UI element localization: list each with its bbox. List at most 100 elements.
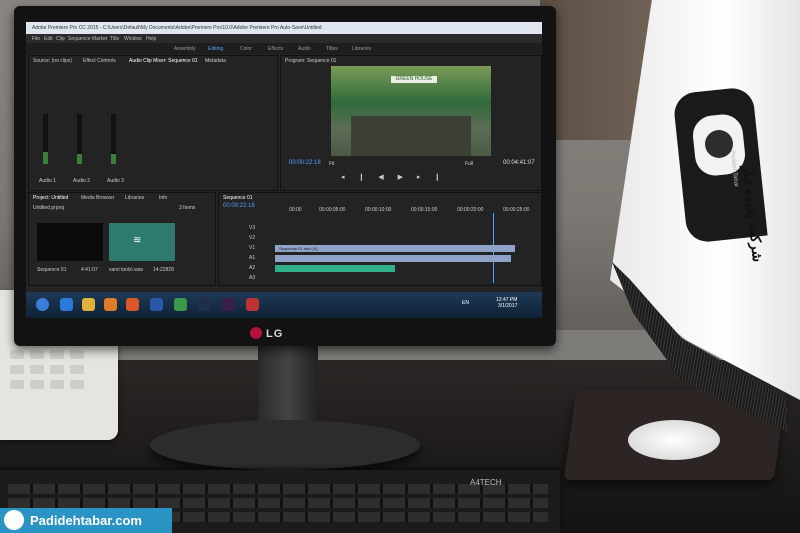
tab-project[interactable]: Project: Untitled <box>33 195 68 201</box>
workspace-bar: Assembly Editing Color Effects Audio Tit… <box>26 43 542 54</box>
project-item-thumb[interactable] <box>37 223 103 261</box>
tab-info[interactable]: Info <box>159 195 167 201</box>
phone-key <box>70 365 84 374</box>
track-label: A1 <box>249 255 256 261</box>
workspace-color[interactable]: Color <box>240 46 252 52</box>
track-label: A3 <box>249 275 256 281</box>
ruler-tick: 00:00:05:00 <box>319 207 346 213</box>
windows-taskbar: EN 12:47 PM 3/1/2017 <box>26 292 542 318</box>
tray-date: 3/1/2017 <box>497 303 518 309</box>
menu-clip[interactable]: Clip <box>56 36 65 42</box>
timeline-panel: Sequence 01 00:00:22:18 00:00 00:00:05:0… <box>218 192 542 286</box>
quality-select[interactable]: Full <box>465 161 473 167</box>
menu-window[interactable]: Window <box>124 36 142 42</box>
word-icon[interactable] <box>150 298 163 311</box>
menu-title[interactable]: Title <box>110 36 119 42</box>
fader-audio-2[interactable] <box>77 114 82 164</box>
key-row <box>8 498 548 508</box>
track-label: A2 <box>249 265 256 271</box>
project-panel: Project: Untitled Media Browser Librarie… <box>28 192 216 286</box>
tray-clock[interactable]: 12:47 PM 3/1/2017 <box>496 297 517 309</box>
program-monitor-panel: Program: Sequence 01 GREEN HOUSE 00:00:2… <box>280 55 542 191</box>
tab-metadata[interactable]: Metadata <box>205 58 226 64</box>
phone-key <box>10 365 24 374</box>
media-player-icon[interactable] <box>104 298 117 311</box>
ruler-tick: 00:00:25:00 <box>503 207 530 213</box>
channel-label: Audio 2 <box>73 178 90 184</box>
flag-stand-disc <box>628 420 720 460</box>
project-count: 3 Items <box>179 205 196 211</box>
window-title: Adobe Premiere Pro CC 2015 - C:\Users\De… <box>32 25 322 31</box>
phone-key <box>50 380 64 389</box>
track-label: V2 <box>249 235 256 241</box>
track-label: V3 <box>249 225 256 231</box>
firefox-icon[interactable] <box>126 298 139 311</box>
menu-sequence[interactable]: Sequence <box>68 36 91 42</box>
app-icon[interactable] <box>246 298 259 311</box>
window-titlebar: Adobe Premiere Pro CC 2015 - C:\Users\De… <box>26 22 542 34</box>
project-item-duration: 4:41:07 <box>81 267 98 273</box>
audio-clip-a2[interactable] <box>275 265 395 272</box>
workspace-libraries[interactable]: Libraries <box>352 46 371 52</box>
channel-label: Audio 1 <box>39 178 56 184</box>
menu-help[interactable]: Help <box>146 36 156 42</box>
phone-key <box>70 350 84 359</box>
tab-source[interactable]: Source: (no clips) <box>33 58 72 64</box>
fader-audio-3[interactable] <box>111 114 116 164</box>
phone-key <box>10 350 24 359</box>
menu-edit[interactable]: Edit <box>44 36 53 42</box>
workspace-titles[interactable]: Titles <box>326 46 338 52</box>
tab-media-browser[interactable]: Media Browser <box>81 195 114 201</box>
storefront <box>351 116 471 156</box>
tab-libraries[interactable]: Libraries <box>125 195 144 201</box>
audio-clip-a1[interactable] <box>275 255 511 262</box>
premiere-icon[interactable] <box>222 298 235 311</box>
timeline-timecode[interactable]: 00:00:22:18 <box>223 203 255 209</box>
watermark-text: Padidehtabar.com <box>30 513 142 528</box>
phone-key <box>30 380 44 389</box>
start-button-icon[interactable] <box>36 298 49 311</box>
tab-audio-mixer[interactable]: Audio Clip Mixer: Sequence 01 <box>129 58 198 64</box>
ie-icon[interactable] <box>60 298 73 311</box>
monitor-brand: LG <box>266 328 284 340</box>
ruler-tick: 00:00 <box>289 207 302 213</box>
project-item-name: sami tools\.wav <box>109 267 144 273</box>
workspace-audio[interactable]: Audio <box>298 46 311 52</box>
program-video-frame: GREEN HOUSE <box>331 66 491 156</box>
audio-item-thumb[interactable]: ≋ <box>109 223 175 261</box>
chrome-icon[interactable] <box>174 298 187 311</box>
monitor-stand-neck <box>258 346 318 426</box>
ruler-tick: 00:00:10:00 <box>365 207 392 213</box>
track-label: V1 <box>249 245 256 251</box>
program-title[interactable]: Program: Sequence 01 <box>285 58 336 64</box>
workspace-effects[interactable]: Effects <box>268 46 283 52</box>
phone-key <box>50 365 64 374</box>
transport-controls[interactable]: ◂ ❙ ◀ ▶ ▸ ❙ <box>341 173 481 183</box>
phone-key <box>50 350 64 359</box>
video-clip[interactable]: Sequence 01.mp4 [V] <box>275 245 515 252</box>
menu-bar: File Edit Clip Sequence Marker Title Win… <box>26 34 542 43</box>
ruler-tick: 00:00:20:00 <box>457 207 484 213</box>
phone-key <box>10 380 24 389</box>
workspace-assembly[interactable]: Assembly <box>174 46 196 52</box>
timeline-title[interactable]: Sequence 01 <box>223 195 252 201</box>
program-timecode[interactable]: 00:00:22:18 <box>289 160 321 166</box>
fader-audio-1[interactable] <box>43 114 48 164</box>
key-row <box>8 484 548 494</box>
tray-language[interactable]: EN <box>462 300 469 306</box>
folder-icon[interactable] <box>82 298 95 311</box>
workspace-editing[interactable]: Editing <box>208 46 223 52</box>
keyboard-brand: A4TECH <box>470 478 502 487</box>
tab-effect-controls[interactable]: Effect Controls <box>83 58 116 64</box>
channel-label: Audio 3 <box>107 178 124 184</box>
waveform-icon: ≋ <box>133 235 142 246</box>
monitor-screen: Adobe Premiere Pro CC 2015 - C:\Users\De… <box>26 22 542 318</box>
zoom-select[interactable]: Fit <box>329 161 335 167</box>
phone-key <box>30 350 44 359</box>
audio-mixer-panel: Source: (no clips) Effect Controls Audio… <box>28 55 278 191</box>
menu-file[interactable]: File <box>32 36 40 42</box>
ruler-tick: 00:00:15:00 <box>411 207 438 213</box>
program-duration: 00:04:41:07 <box>503 160 535 166</box>
menu-marker[interactable]: Marker <box>92 36 108 42</box>
photoshop-icon[interactable] <box>198 298 211 311</box>
